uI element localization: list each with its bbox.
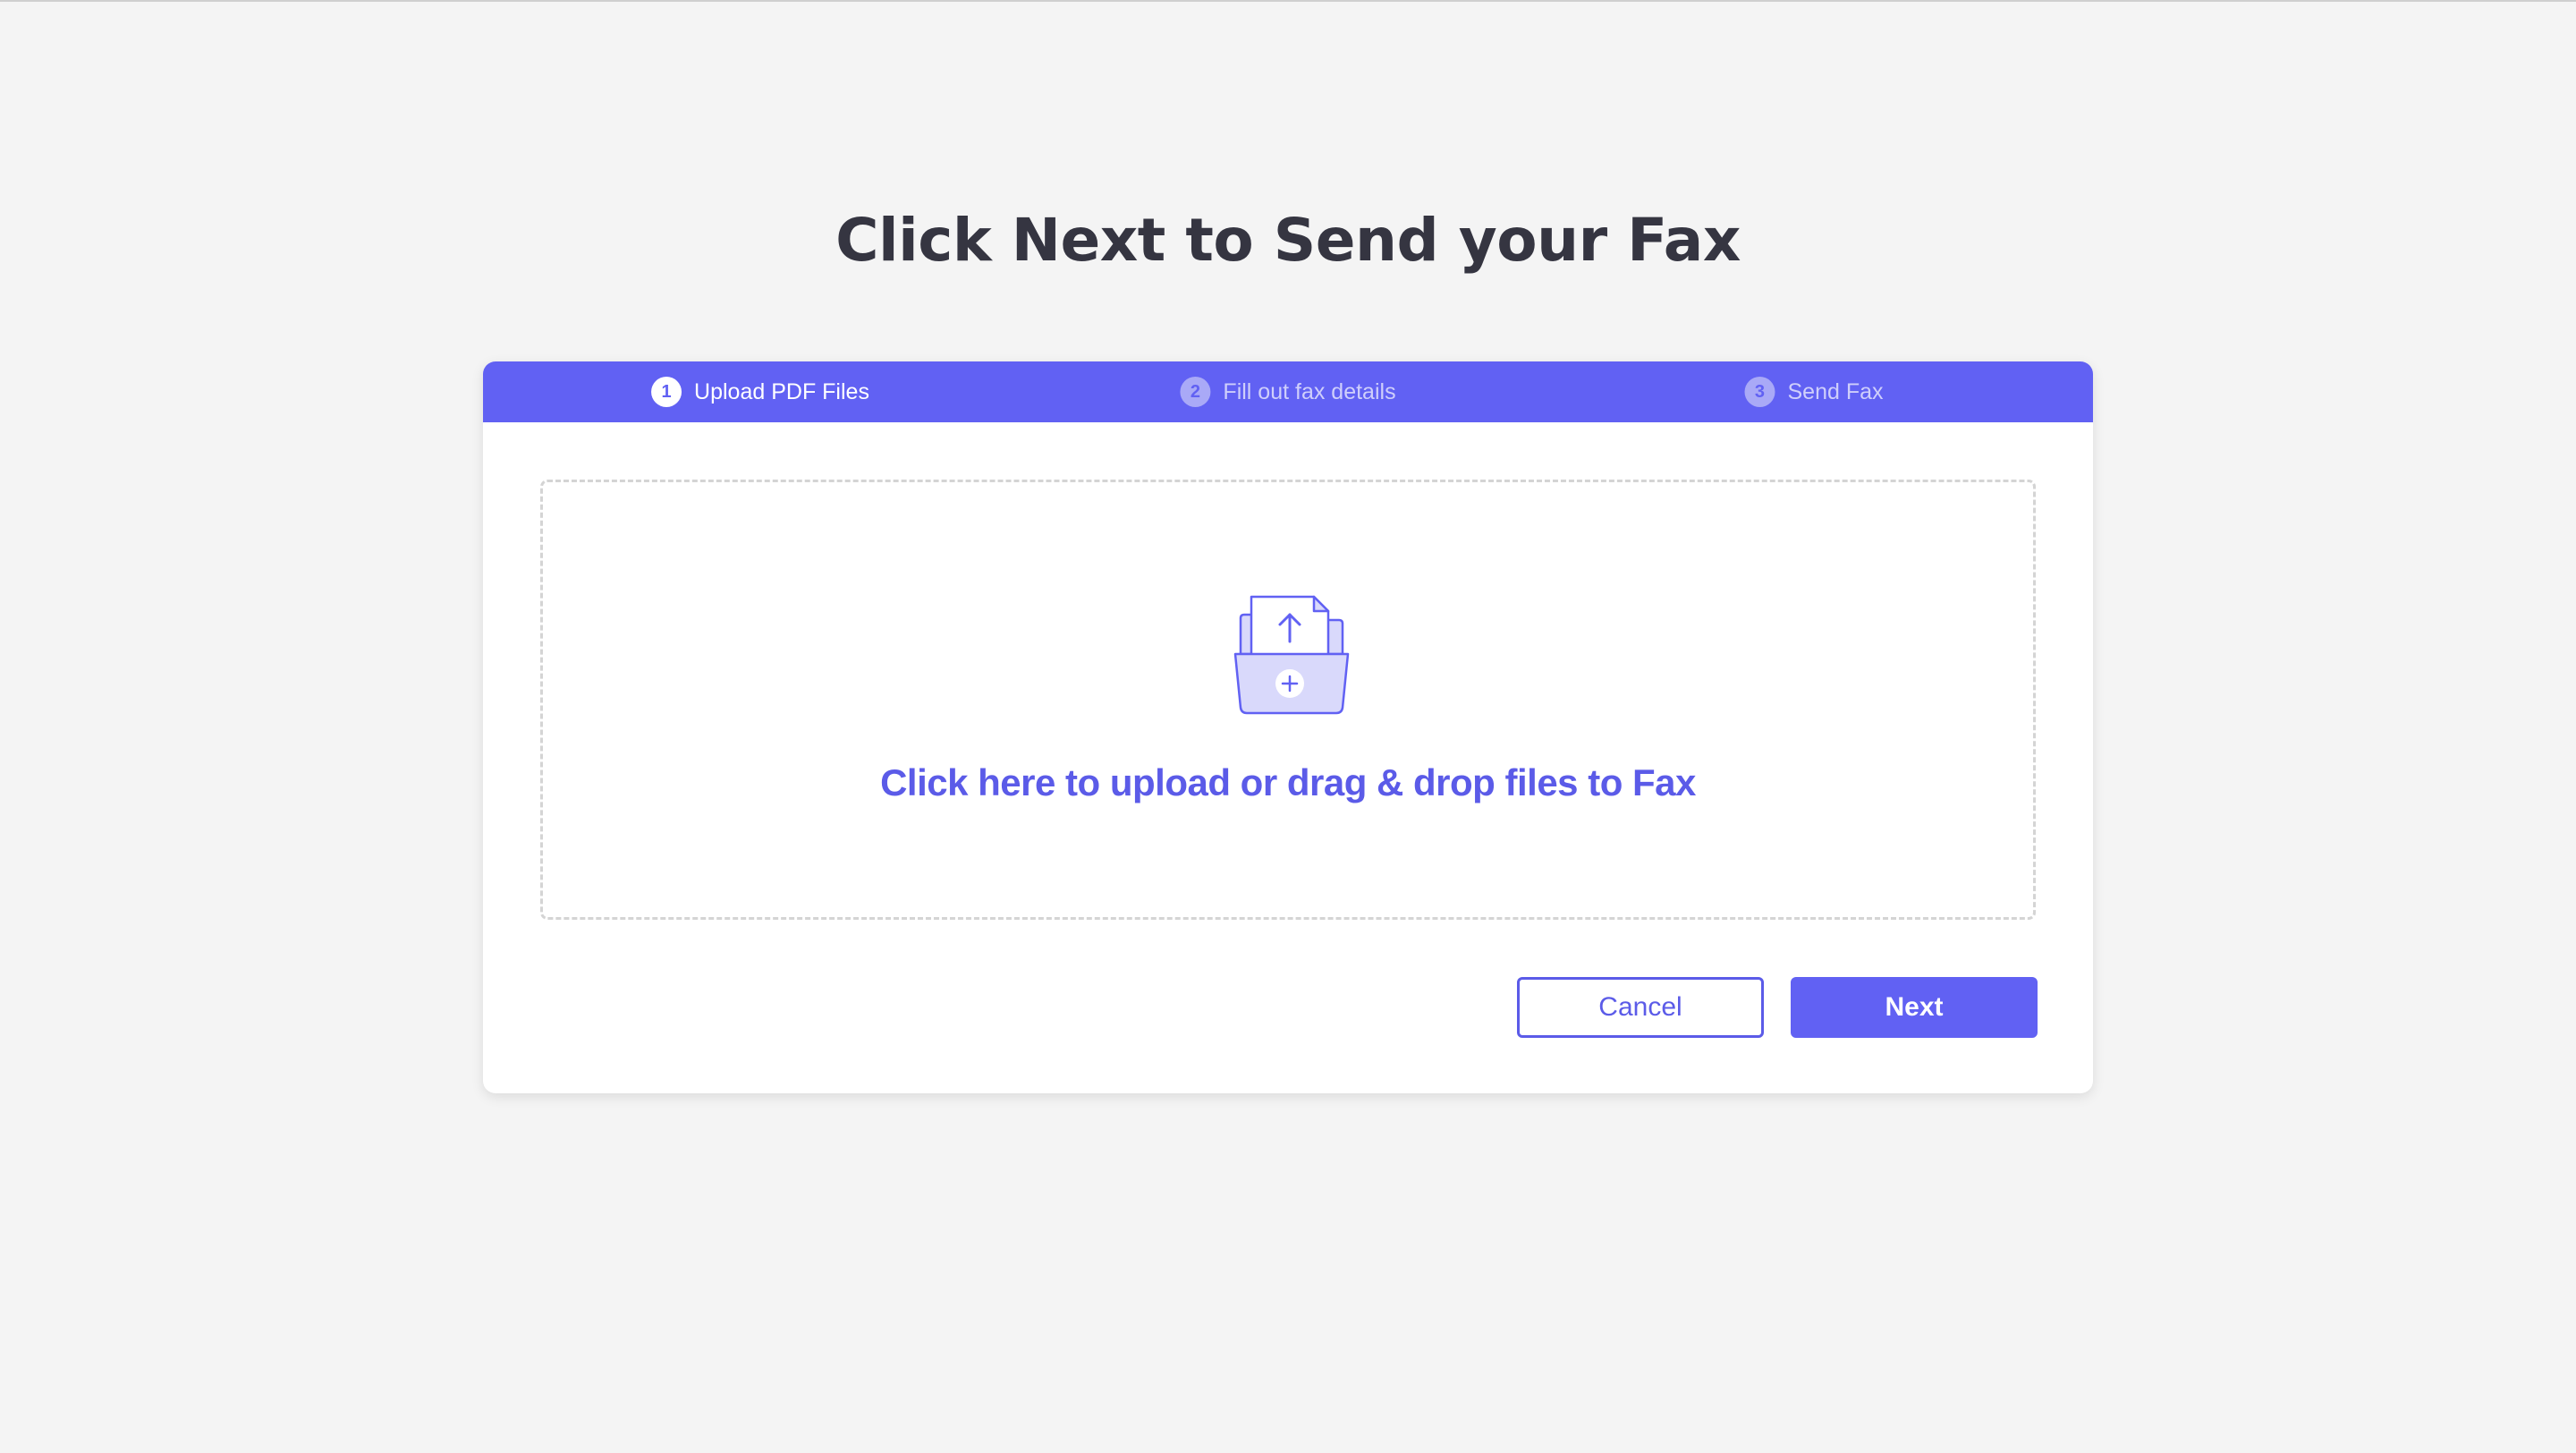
step-number-badge: 3 bbox=[1744, 377, 1775, 407]
step-label: Send Fax bbox=[1787, 378, 1884, 404]
cancel-button[interactable]: Cancel bbox=[1517, 977, 1764, 1038]
stepper: 1 Upload PDF Files 2 Fill out fax detail… bbox=[483, 361, 2093, 422]
next-button[interactable]: Next bbox=[1791, 977, 2038, 1038]
folder-upload-icon bbox=[1233, 595, 1350, 715]
upload-prompt-text[interactable]: Click here to upload or drag & drop file… bbox=[543, 761, 2033, 804]
step-fill-out-fax-details[interactable]: 2 Fill out fax details bbox=[1180, 361, 1396, 422]
page-title: Click Next to Send your Fax bbox=[835, 206, 1741, 275]
step-number-badge: 2 bbox=[1180, 377, 1211, 407]
step-number-badge: 1 bbox=[651, 377, 682, 407]
step-label: Fill out fax details bbox=[1223, 378, 1396, 404]
step-send-fax[interactable]: 3 Send Fax bbox=[1744, 361, 1884, 422]
step-label: Upload PDF Files bbox=[694, 378, 869, 404]
step-upload-pdf-files[interactable]: 1 Upload PDF Files bbox=[651, 361, 869, 422]
file-dropzone[interactable]: Click here to upload or drag & drop file… bbox=[540, 480, 2036, 920]
fax-wizard-card: 1 Upload PDF Files 2 Fill out fax detail… bbox=[483, 361, 2093, 1093]
